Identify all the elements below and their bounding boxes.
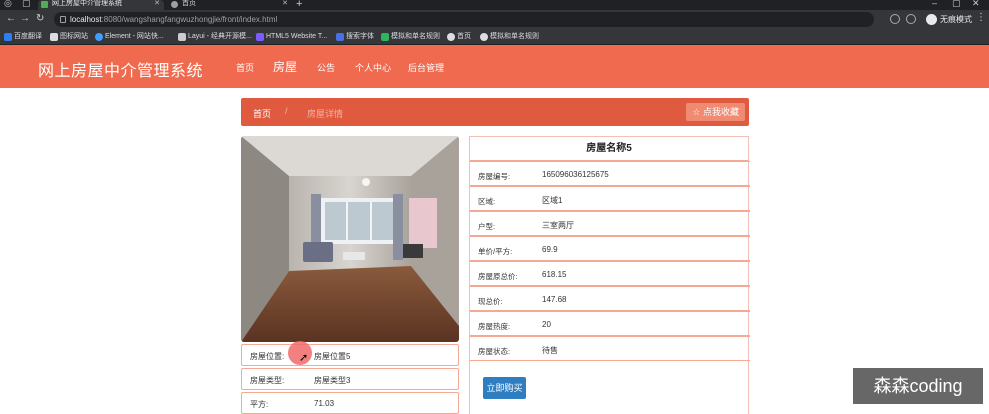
detail-value: 三室两厅	[542, 221, 574, 230]
html5-icon	[256, 33, 264, 41]
detail-label: 房屋状态:	[478, 347, 511, 356]
browser-tab-bar: ◎ ▢ 网上房屋中介管理系统 ✕ 首页 ✕ + – ▢ ✕	[0, 0, 989, 10]
bookmark-item[interactable]: 模拟和单名规则	[480, 32, 539, 42]
detail-value: 69.9	[542, 245, 558, 254]
address-bar-row: ← → ↻ localhost:8080/wangshangfangwuzhon…	[0, 10, 989, 29]
forward-icon[interactable]: →	[20, 13, 30, 25]
detail-value: 165096036125675	[542, 170, 609, 179]
globe-icon	[480, 33, 488, 41]
detail-row-layout: 户型: 三室两厅	[470, 211, 750, 236]
bookmark-item[interactable]: HTML5 Website T...	[256, 32, 327, 42]
detail-value: 147.68	[542, 295, 567, 304]
info-label: 平方:	[250, 400, 269, 409]
tab-home[interactable]: 首页 ✕	[168, 0, 292, 10]
detail-label: 单价/平方:	[478, 247, 513, 256]
info-row-type: 房屋类型: 房屋类型3	[241, 368, 459, 390]
new-tab-icon[interactable]: +	[296, 0, 302, 10]
detail-label: 房屋热度:	[478, 322, 511, 331]
flag-icon	[50, 33, 58, 41]
detail-label: 区域:	[478, 197, 496, 206]
detail-label: 房屋编号:	[478, 172, 511, 181]
reload-icon[interactable]: ↻	[36, 13, 44, 25]
info-row-location: 房屋位置: 房屋位置5	[241, 344, 459, 366]
detail-value: 待售	[542, 346, 558, 355]
detail-row-number: 房屋编号: 165096036125675	[470, 161, 750, 186]
nav-admin[interactable]: 后台管理	[408, 61, 444, 74]
breadcrumb: 首页 / 房屋详情 ☆ 点我收藏	[241, 98, 749, 126]
detail-label: 现总价:	[478, 297, 503, 306]
nav-profile[interactable]: 个人中心	[355, 61, 391, 74]
info-icon	[60, 16, 66, 23]
mouse-cursor-icon: ➚	[299, 352, 309, 364]
tracking-icon[interactable]	[890, 14, 900, 24]
breadcrumb-current: 房屋详情	[307, 109, 344, 119]
detail-row-status: 房屋状态: 待售	[470, 336, 750, 361]
font-icon	[336, 33, 344, 41]
bookmark-icon	[4, 33, 12, 41]
nav-home[interactable]: 首页	[236, 61, 254, 74]
url-input[interactable]: localhost:8080/wangshangfangwuzhongjie/f…	[54, 12, 874, 27]
incognito-icon	[926, 14, 937, 25]
minimize-icon[interactable]: –	[932, 0, 937, 8]
detail-row-region: 区域: 区域1	[470, 186, 750, 211]
back-icon[interactable]: ←	[6, 13, 16, 25]
bookmark-item[interactable]: 首页	[447, 32, 471, 42]
window-close-icon[interactable]: ✕	[972, 0, 980, 9]
detail-value: 618.15	[542, 270, 567, 279]
bookmark-item[interactable]: 搜索字体	[336, 32, 374, 42]
globe-icon	[447, 33, 455, 41]
house-detail-panel: 房屋名称5 房屋编号: 165096036125675 区域: 区域1 户型: …	[469, 136, 750, 414]
nav-houses[interactable]: 房屋	[273, 58, 297, 75]
bookmark-item[interactable]: Layui - 经典开源模...	[178, 32, 252, 42]
bookmark-item[interactable]: 模拟和单名规则	[381, 32, 440, 42]
watermark: 森森coding	[853, 368, 983, 404]
site-title: 网上房屋中介管理系统	[38, 63, 204, 80]
info-value: 71.03	[314, 399, 335, 408]
detail-label: 房屋原总价:	[478, 272, 518, 281]
detail-row-original-price: 房屋原总价: 618.15	[470, 261, 750, 286]
close-icon[interactable]: ✕	[282, 0, 288, 8]
close-icon[interactable]: ✕	[154, 0, 160, 8]
detail-row-current-price: 现总价: 147.68	[470, 286, 750, 311]
house-photo	[241, 136, 459, 342]
info-label: 房屋类型:	[250, 376, 285, 385]
nav-notices[interactable]: 公告	[317, 61, 335, 74]
detail-label: 户型:	[478, 222, 496, 231]
incognito-badge[interactable]: 无痕模式	[926, 13, 972, 26]
bookmark-icon	[381, 33, 389, 41]
window-icon[interactable]: ▢	[22, 0, 31, 9]
element-icon	[95, 33, 103, 41]
globe-icon	[171, 1, 178, 8]
info-row-area: 平方: 71.03	[241, 392, 459, 414]
bookmark-item[interactable]: 百度翻译	[4, 32, 42, 42]
buy-now-button[interactable]: 立即购买	[483, 377, 526, 399]
bookmark-star-icon[interactable]	[906, 14, 916, 24]
bookmarks-bar: 百度翻译 图标网站 Element - 网站快... Layui - 经典开源模…	[0, 29, 989, 45]
vue-icon	[41, 1, 48, 8]
bookmark-item[interactable]: Element - 网站快...	[95, 32, 164, 42]
site-header: 网上房屋中介管理系统 首页 房屋 公告 个人中心 后台管理	[0, 45, 989, 88]
house-name: 房屋名称5	[470, 137, 748, 161]
detail-value: 20	[542, 320, 551, 329]
detail-value: 区域1	[542, 196, 563, 205]
favorite-button[interactable]: ☆ 点我收藏	[686, 103, 745, 121]
tab-admin[interactable]: 网上房屋中介管理系统 ✕	[38, 0, 164, 10]
breadcrumb-home[interactable]: 首页	[253, 107, 271, 120]
browser-menu-icon[interactable]: ◎	[4, 0, 12, 9]
detail-row-unit-price: 单价/平方: 69.9	[470, 236, 750, 261]
detail-row-popularity: 房屋热度: 20	[470, 311, 750, 336]
info-label: 房屋位置:	[250, 352, 285, 361]
breadcrumb-separator: /	[285, 106, 288, 116]
info-value: 房屋类型3	[314, 376, 351, 385]
layui-icon	[178, 33, 186, 41]
maximize-icon[interactable]: ▢	[952, 0, 961, 9]
browser-menu-dots-icon[interactable]: ⋮	[976, 12, 986, 23]
info-value: 房屋位置5	[314, 352, 351, 361]
bookmark-item[interactable]: 图标网站	[50, 32, 88, 42]
